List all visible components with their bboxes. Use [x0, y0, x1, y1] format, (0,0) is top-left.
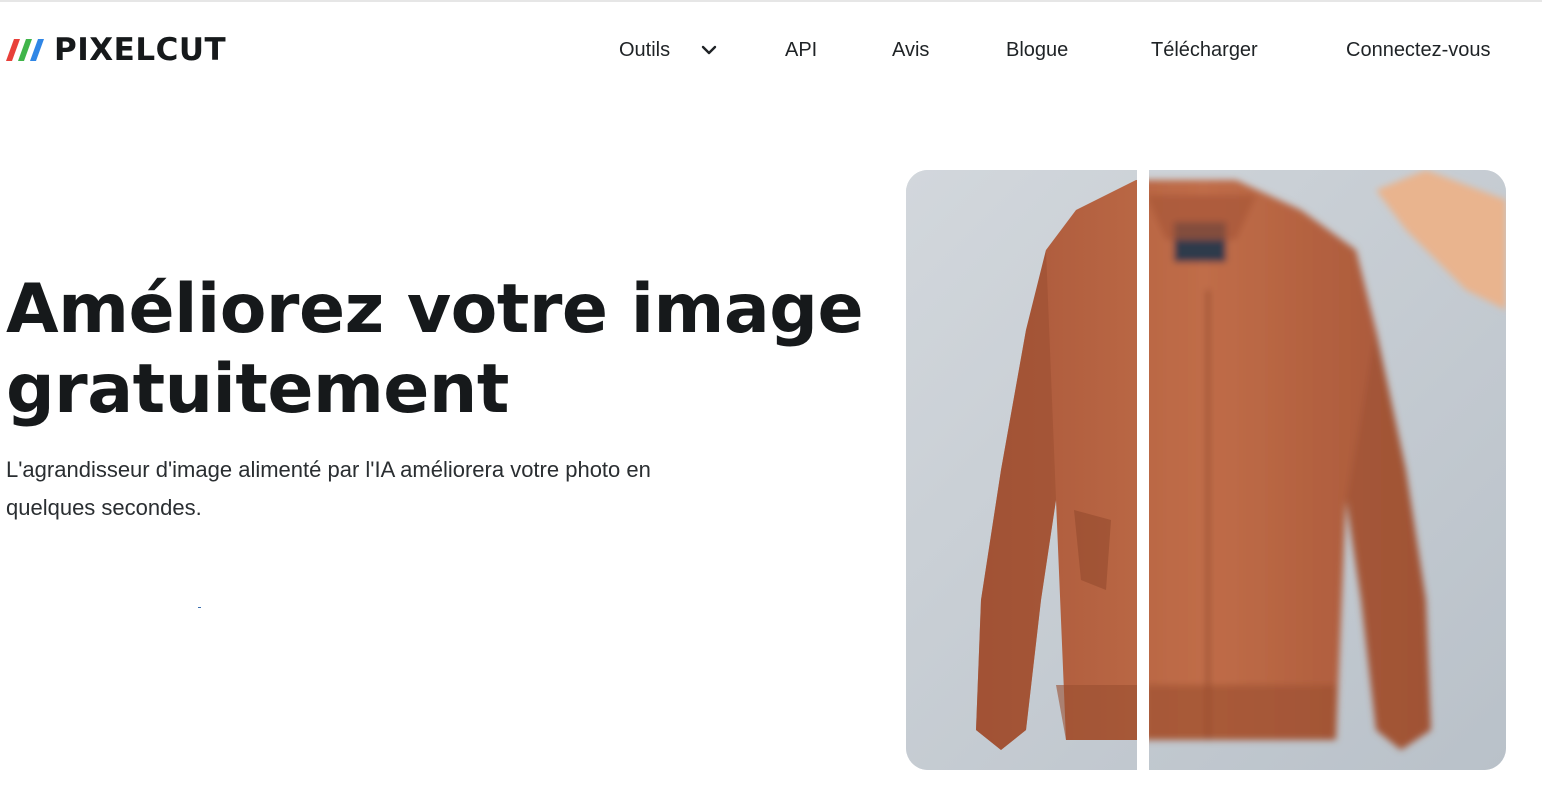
- nav-login[interactable]: Connectez-vous: [1346, 37, 1491, 63]
- page-subtitle: L'agrandisseur d'image alimenté par l'IA…: [6, 451, 806, 527]
- nav-tools[interactable]: Outils: [619, 37, 670, 63]
- page-title: Améliorez votre image gratuitement: [6, 270, 866, 430]
- page-title-line1: Améliorez votre image: [6, 270, 864, 349]
- nav-api[interactable]: API: [785, 37, 817, 63]
- before-after-comparison[interactable]: [906, 170, 1506, 770]
- page-subtitle-line2: quelques secondes.: [6, 495, 202, 520]
- nav-reviews[interactable]: Avis: [892, 37, 929, 63]
- main-nav: Outils API Avis Blogue Télécharger Conne…: [0, 37, 1542, 63]
- comparison-drag-area[interactable]: [906, 170, 1506, 770]
- nav-download[interactable]: Télécharger: [1151, 37, 1258, 63]
- page-subtitle-line1: L'agrandisseur d'image alimenté par l'IA…: [6, 457, 651, 482]
- chevron-down-icon[interactable]: [700, 39, 718, 61]
- nav-blog[interactable]: Blogue: [1006, 37, 1068, 63]
- decorative-dot: [198, 607, 201, 608]
- page-title-line2: gratuitement: [6, 350, 509, 429]
- site-header: PIXELCUT Outils API Avis Blogue Téléchar…: [0, 0, 1542, 100]
